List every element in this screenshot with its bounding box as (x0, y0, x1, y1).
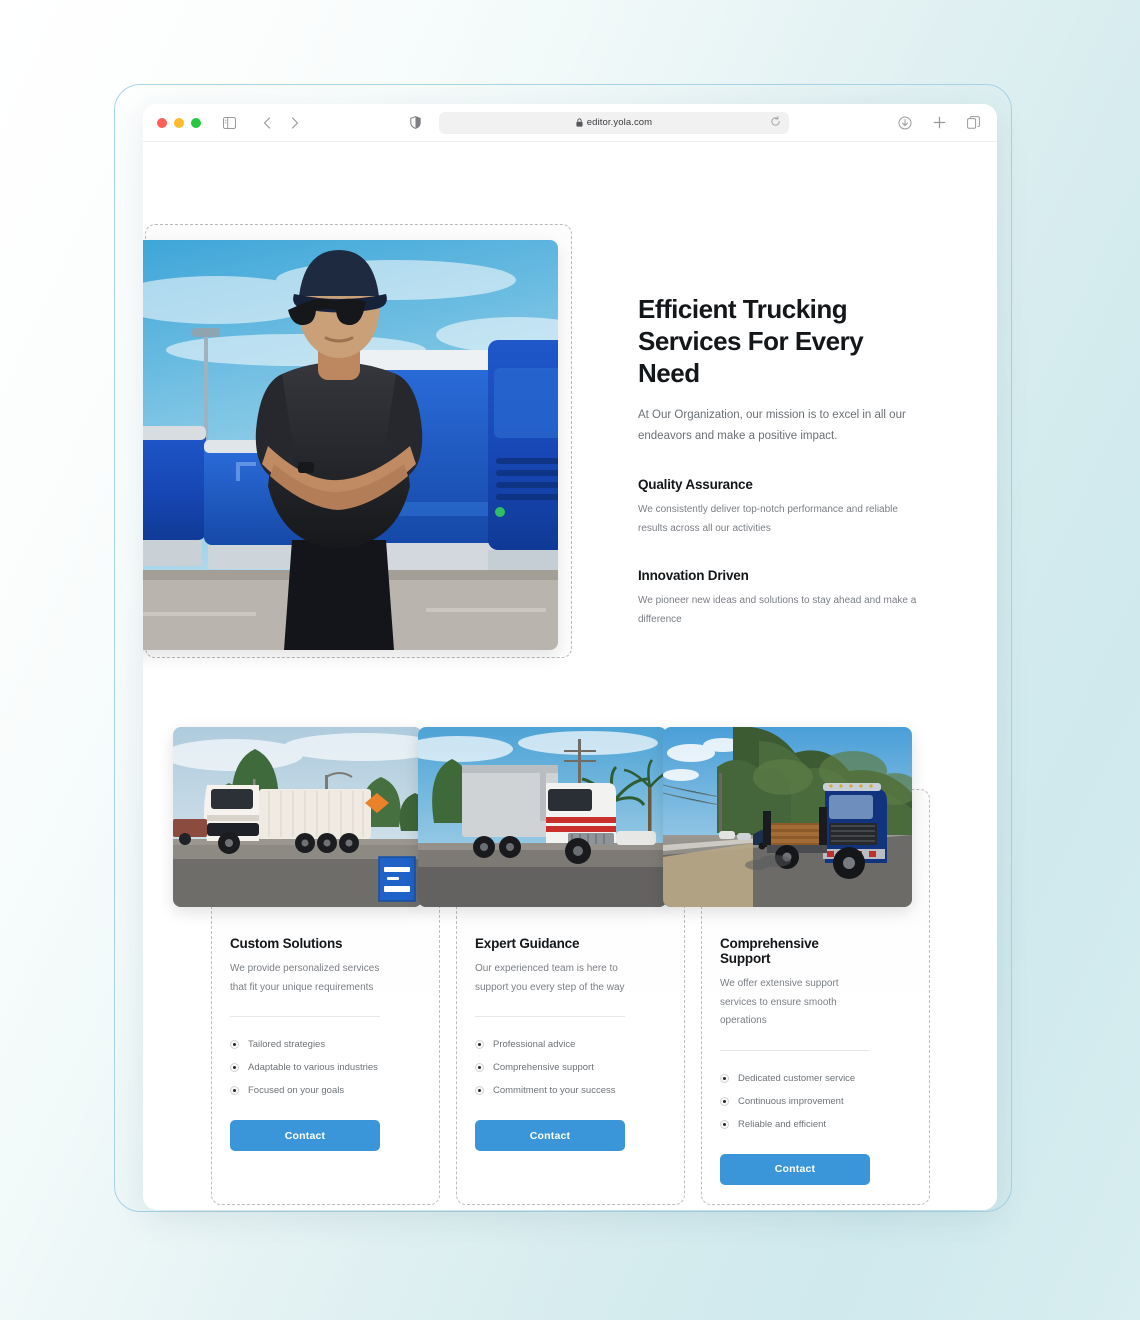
list-item-label: Professional advice (493, 1039, 576, 1050)
contact-button[interactable]: Contact (475, 1120, 625, 1151)
feature-description: We consistently deliver top-notch perfor… (638, 504, 898, 534)
card-body: Custom Solutions We provide personalized… (173, 912, 402, 1171)
list-item: Commitment to your success (475, 1079, 625, 1102)
bullet-icon (230, 1063, 239, 1072)
card-description: We provide personalized services that fi… (230, 963, 380, 993)
feature-innovation-driven: Innovation Driven We pioneer new ideas a… (638, 568, 928, 629)
url-bar-content: editor.yola.com (576, 114, 652, 132)
shield-icon[interactable] (405, 113, 425, 133)
feature-description: We pioneer new ideas and solutions to st… (638, 595, 917, 625)
url-bar[interactable]: editor.yola.com (439, 111, 789, 134)
sidebar-icon[interactable] (219, 113, 239, 133)
window-controls[interactable] (157, 117, 201, 128)
hero-subtitle: At Our Organization, our mission is to e… (638, 408, 906, 443)
bullet-icon (230, 1086, 239, 1095)
service-card[interactable]: Comprehensive Support We offer extensive… (663, 727, 930, 1205)
list-item-label: Continuous improvement (738, 1095, 844, 1107)
chevron-right-icon[interactable] (285, 113, 305, 133)
service-card[interactable]: Expert Guidance Our experienced team is … (418, 727, 685, 1205)
list-item-label: Adaptable to various industries (248, 1062, 378, 1073)
bullet-icon (720, 1096, 729, 1106)
list-item-label: Dedicated customer service (738, 1072, 856, 1084)
card-image[interactable] (418, 727, 667, 907)
toolbar-right-icons (895, 113, 983, 133)
contact-button[interactable]: Contact (230, 1120, 380, 1151)
bullet-icon (720, 1119, 729, 1129)
hero-text-block: Efficient Trucking Services For Every Ne… (638, 294, 928, 629)
card-description: We offer extensive support services to e… (720, 978, 839, 1026)
navigation-buttons[interactable] (257, 113, 305, 133)
list-item: Tailored strategies (230, 1033, 380, 1056)
list-item-label: Commitment to your success (493, 1085, 616, 1096)
bullet-icon (475, 1040, 484, 1049)
white-semi-truck-photo (173, 727, 422, 907)
service-card[interactable]: Custom Solutions We provide personalized… (173, 727, 440, 1205)
bullet-icon (475, 1086, 484, 1095)
card-description: Our experienced team is here to support … (475, 963, 625, 993)
services-cards-row: Custom Solutions We provide personalized… (173, 727, 963, 1205)
list-item-label: Tailored strategies (248, 1039, 326, 1050)
card-feature-list: Tailored strategies Adaptable to various… (230, 1033, 380, 1102)
plus-icon[interactable] (929, 113, 949, 133)
website-canvas: Efficient Trucking Services For Every Ne… (143, 142, 997, 1210)
card-body: Expert Guidance Our experienced team is … (418, 912, 647, 1171)
list-item: Reliable and efficient (720, 1113, 870, 1136)
chevron-left-icon[interactable] (257, 113, 277, 133)
bullet-icon (230, 1040, 239, 1049)
feature-title: Quality Assurance (638, 477, 753, 493)
truck-driver-photo (143, 240, 558, 650)
card-title: Custom Solutions (230, 936, 343, 951)
list-item: Continuous improvement (720, 1090, 870, 1113)
browser-toolbar: editor.yola.com (143, 104, 997, 142)
url-text: editor.yola.com (586, 117, 653, 128)
bullet-icon (720, 1073, 729, 1083)
address-area: editor.yola.com (315, 111, 879, 134)
list-item-label: Reliable and efficient (738, 1118, 827, 1130)
hero-image[interactable] (143, 240, 558, 650)
close-window-button[interactable] (157, 117, 167, 128)
red-striped-truck-photo (418, 727, 667, 907)
card-feature-list: Dedicated customer service Continuous im… (720, 1067, 870, 1136)
list-item-label: Comprehensive support (493, 1062, 594, 1073)
card-title: Comprehensive Support (720, 936, 819, 966)
list-item-label: Focused on your goals (248, 1085, 345, 1096)
list-item: Professional advice (475, 1033, 625, 1056)
lock-icon (576, 114, 583, 132)
feature-title: Innovation Driven (638, 568, 749, 584)
card-feature-list: Professional advice Comprehensive suppor… (475, 1033, 625, 1102)
contact-button[interactable]: Contact (720, 1153, 870, 1185)
list-item: Dedicated customer service (720, 1067, 870, 1090)
bullet-icon (475, 1063, 484, 1072)
browser-window: editor.yola.com Efficient Trucking Servi… (143, 104, 997, 1210)
blue-flatbed-truck-photo (663, 727, 912, 907)
card-body: Comprehensive Support We offer extensive… (663, 912, 892, 1205)
card-divider (720, 1049, 870, 1051)
maximize-window-button[interactable] (191, 117, 201, 128)
feature-quality-assurance: Quality Assurance We consistently delive… (638, 477, 928, 538)
card-image[interactable] (173, 727, 422, 907)
list-item: Comprehensive support (475, 1056, 625, 1079)
card-divider (230, 1016, 380, 1017)
card-title: Expert Guidance (475, 936, 580, 951)
minimize-window-button[interactable] (174, 117, 184, 128)
list-item: Focused on your goals (230, 1079, 380, 1102)
list-item: Adaptable to various industries (230, 1056, 380, 1079)
page-title: Efficient Trucking Services For Every Ne… (638, 294, 864, 388)
download-icon[interactable] (895, 113, 915, 133)
copy-tabs-icon[interactable] (963, 113, 983, 133)
card-divider (475, 1016, 625, 1017)
reload-icon[interactable] (770, 114, 781, 132)
card-image[interactable] (663, 727, 912, 907)
